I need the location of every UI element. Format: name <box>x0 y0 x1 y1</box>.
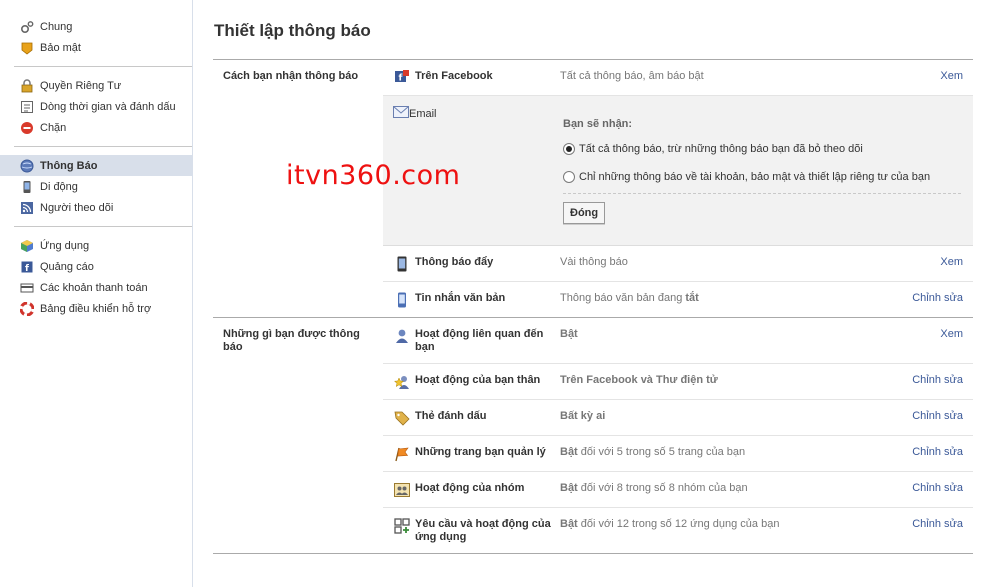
phone-icon <box>393 256 411 272</box>
group-icon <box>393 482 411 498</box>
row-email-expanded: Email Bạn sẽ nhận: Tất cả thông báo, trừ… <box>383 96 973 246</box>
lifebuoy-icon <box>20 301 34 316</box>
mobile-icon <box>20 180 34 194</box>
close-button[interactable]: Đóng <box>563 202 606 224</box>
app-request-icon <box>393 518 411 534</box>
globe-icon <box>20 159 34 173</box>
lock-icon <box>20 78 34 93</box>
radio-checked-icon[interactable] <box>563 143 575 155</box>
edit-link[interactable]: Chỉnh sửa <box>903 446 963 459</box>
section-label: Những gì bạn được thông báo <box>223 328 360 353</box>
block-icon <box>20 121 34 135</box>
sidebar-item-ads[interactable]: f Quảng cáo <box>0 256 192 277</box>
rss-icon <box>20 201 34 215</box>
row-app-requests-activity[interactable]: Yêu cầu và hoạt động của ứng dụng Bật đố… <box>383 508 973 553</box>
svg-text:f: f <box>25 264 29 274</box>
row-activity-about-you[interactable]: Hoạt động liên quan đến bạn Bật Xem <box>383 318 973 364</box>
sidebar-group-privacy: Quyền Riêng Tư Dòng thời gian và đánh dấ… <box>14 67 192 147</box>
edit-link[interactable]: Chỉnh sửa <box>903 292 963 305</box>
star-person-icon <box>393 374 411 390</box>
view-link[interactable]: Xem <box>903 256 963 269</box>
email-receive-heading: Bạn sẽ nhận: <box>563 118 633 130</box>
flag-icon <box>393 446 411 462</box>
svg-text:f: f <box>399 74 403 84</box>
sidebar-item-timeline[interactable]: Dòng thời gian và đánh dấu <box>0 96 192 117</box>
view-link[interactable]: Xem <box>903 328 963 341</box>
sidebar-item-payments[interactable]: Các khoản thanh toán <box>0 277 192 298</box>
sidebar-item-mobile[interactable]: Di động <box>0 176 192 197</box>
sidebar-item-privacy[interactable]: Quyền Riêng Tư <box>0 75 192 96</box>
payment-icon <box>20 281 34 295</box>
row-close-friends-activity[interactable]: Hoạt động của bạn thân Trên Facebook và … <box>383 364 973 400</box>
sidebar-item-security[interactable]: Bảo mật <box>0 37 192 58</box>
ads-icon: f <box>20 260 34 274</box>
sidebar-group-account: Chung Bảo mật <box>14 0 192 67</box>
tag-icon <box>393 410 411 426</box>
edit-link[interactable]: Chỉnh sửa <box>903 518 963 531</box>
view-link[interactable]: Xem <box>903 70 963 83</box>
settings-sidebar: Chung Bảo mật Quyền Riêng Tư Dòng thời g… <box>0 0 193 587</box>
row-on-facebook[interactable]: f Trên Facebook Tất cả thông báo, âm báo… <box>383 60 973 96</box>
edit-link[interactable]: Chỉnh sửa <box>903 410 963 423</box>
divider <box>563 193 961 194</box>
row-group-activity[interactable]: Hoạt động của nhóm Bật đối với 8 trong s… <box>383 472 973 508</box>
sidebar-group-notifications: Thông Báo Di động Người theo dõi <box>0 147 192 227</box>
row-pages-you-manage[interactable]: Những trang bạn quản lý Bật đối với 5 tr… <box>383 436 973 472</box>
mobile-icon <box>393 292 411 308</box>
email-option-all[interactable]: Tất cả thông báo, trừ những thông báo bạ… <box>563 143 963 155</box>
notification-settings: Thiết lập thông báo Cách bạn nhận thông … <box>213 0 973 554</box>
radio-unchecked-icon[interactable] <box>563 171 575 183</box>
edit-link[interactable]: Chỉnh sửa <box>903 482 963 495</box>
sidebar-group-apps: Ứng dụng f Quảng cáo Các khoản thanh toá… <box>14 227 192 327</box>
badge-icon <box>20 41 34 55</box>
person-icon <box>393 328 411 344</box>
email-option-account-only[interactable]: Chỉ những thông báo về tài khoản, bảo mậ… <box>563 171 963 183</box>
row-tags[interactable]: Thẻ đánh dấu Bất kỳ ai Chỉnh sửa <box>383 400 973 436</box>
facebook-globe-icon: f <box>393 70 411 86</box>
gear-icon <box>20 20 34 34</box>
sidebar-item-notifications[interactable]: Thông Báo <box>0 155 192 176</box>
watermark-text: itvn360.com <box>286 160 461 191</box>
page-title: Thiết lập thông báo <box>213 0 973 60</box>
sidebar-item-followers[interactable]: Người theo dõi <box>0 197 192 218</box>
sidebar-item-blocking[interactable]: Chặn <box>0 117 192 138</box>
timeline-icon <box>20 100 34 114</box>
section-what-you-get-notified-about: Những gì bạn được thông báo Hoạt động li… <box>213 318 973 554</box>
row-push-notifications[interactable]: Thông báo đẩy Vài thông báo Xem <box>383 246 973 282</box>
sidebar-item-apps[interactable]: Ứng dụng <box>0 235 192 256</box>
sidebar-item-support[interactable]: Bảng điều khiển hỗ trợ <box>0 298 192 319</box>
sidebar-item-general[interactable]: Chung <box>0 16 192 37</box>
envelope-icon <box>393 106 409 121</box>
row-text-messages[interactable]: Tin nhắn văn bản Thông báo văn bản đang … <box>383 282 973 317</box>
edit-link[interactable]: Chỉnh sửa <box>903 374 963 387</box>
apps-icon <box>20 239 34 253</box>
